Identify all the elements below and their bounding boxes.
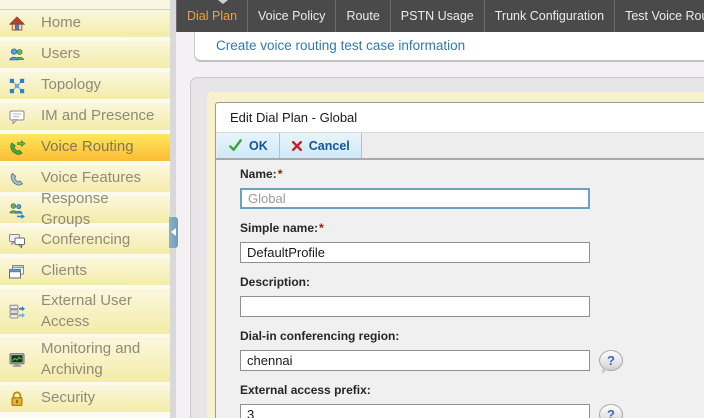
sidebar-item-voice-routing[interactable]: Voice Routing bbox=[0, 134, 170, 161]
clients-icon bbox=[8, 263, 30, 281]
sidebar-collapse-handle[interactable] bbox=[169, 217, 178, 248]
sidebar-item-external-user-access[interactable]: External User Access bbox=[0, 289, 170, 334]
field-label: Name:* bbox=[240, 167, 283, 181]
dialog-toolbar: OK Cancel bbox=[216, 133, 704, 160]
form-field-dial-in-conferencing-region: Dial-in conferencing region: ? bbox=[240, 329, 704, 374]
info-link-bar: Create voice routing test case informati… bbox=[194, 32, 704, 62]
tab-voice-policy[interactable]: Voice Policy bbox=[247, 0, 335, 32]
sidebar-item-label: Users bbox=[41, 45, 81, 63]
sidebar-item-label: Home bbox=[41, 14, 82, 32]
sidebar-item-clients[interactable]: Clients bbox=[0, 258, 170, 285]
form-field-external-access-prefix: External access prefix: ? bbox=[240, 384, 704, 418]
tab-label: Trunk Configuration bbox=[494, 9, 605, 23]
tab-route[interactable]: Route bbox=[335, 0, 389, 32]
check-icon bbox=[228, 138, 243, 153]
tab-dial-plan[interactable]: Dial Plan bbox=[176, 0, 247, 32]
sidebar-item-label: Conferencing bbox=[41, 231, 131, 249]
sidebar-item-label: IM and Presence bbox=[41, 107, 155, 125]
ok-button-label: OK bbox=[249, 138, 268, 153]
dialog-form: Name:* ? Simple name:* bbox=[216, 160, 704, 418]
tab-label: Test Voice Routing bbox=[625, 9, 704, 23]
required-asterisk: * bbox=[277, 167, 283, 181]
field-label: Dial-in conferencing region: bbox=[240, 329, 400, 343]
help-icon[interactable]: ? bbox=[599, 350, 623, 374]
dialog-frame: Edit Dial Plan - Global OK Cancel Name:*… bbox=[207, 92, 704, 418]
dialog-title: Edit Dial Plan - Global bbox=[216, 103, 704, 133]
field-input[interactable] bbox=[240, 188, 590, 209]
voice-routing-icon bbox=[8, 139, 30, 157]
collapse-left-arrow-icon bbox=[171, 228, 176, 236]
tab-trunk-configuration[interactable]: Trunk Configuration bbox=[483, 0, 614, 32]
ok-button[interactable]: OK bbox=[217, 133, 280, 158]
sidebar-item-label: External User Access bbox=[41, 292, 132, 330]
sidebar-item-conferencing[interactable]: Conferencing bbox=[0, 227, 170, 254]
cancel-button-label: Cancel bbox=[308, 138, 350, 153]
users-icon bbox=[8, 46, 30, 64]
help-icon[interactable]: ? bbox=[599, 404, 623, 418]
field-input[interactable] bbox=[240, 296, 590, 317]
field-input[interactable] bbox=[240, 404, 590, 418]
topology-icon bbox=[8, 77, 30, 95]
edit-dial-plan-dialog: Edit Dial Plan - Global OK Cancel Name:*… bbox=[215, 102, 704, 418]
tab-label: Dial Plan bbox=[187, 9, 238, 23]
security-icon bbox=[8, 390, 30, 408]
sidebar-item-monitoring-and-archiving[interactable]: Monitoring and Archiving bbox=[0, 337, 170, 382]
form-field-name: Name:* ? bbox=[240, 168, 704, 209]
tab-test-voice-routing[interactable]: Test Voice Routing bbox=[614, 0, 704, 32]
sidebar-splitter bbox=[170, 0, 176, 418]
sidebar-item-voice-features[interactable]: Voice Features bbox=[0, 165, 170, 192]
form-field-description: Description: ? bbox=[240, 276, 704, 317]
external-user-access-icon bbox=[8, 303, 30, 321]
sidebar-item-label: Monitoring and Archiving bbox=[41, 340, 141, 378]
tab-label: PSTN Usage bbox=[400, 9, 474, 23]
create-test-case-link[interactable]: Create voice routing test case informati… bbox=[216, 32, 465, 60]
lync-control-panel: Home Users Topology IM and Presence Voic… bbox=[0, 0, 704, 418]
voice-features-icon bbox=[8, 170, 30, 188]
required-asterisk: * bbox=[319, 221, 324, 235]
sidebar-item-label: Voice Features bbox=[41, 169, 142, 187]
sidebar-item-home[interactable]: Home bbox=[0, 10, 170, 37]
field-label: Simple name:* bbox=[240, 221, 324, 235]
tab-bar: Dial Plan Voice Policy Route PSTN Usage … bbox=[176, 0, 704, 32]
sidebar-item-label: Voice Routing bbox=[41, 138, 134, 156]
sidebar-item-im-and-presence[interactable]: IM and Presence bbox=[0, 103, 170, 130]
sidebar-item-label: Security bbox=[41, 389, 96, 407]
active-tab-notch-icon bbox=[218, 0, 228, 4]
field-input[interactable] bbox=[240, 242, 590, 263]
sidebar-top-strip bbox=[0, 0, 170, 10]
sidebar-nav: Home Users Topology IM and Presence Voic… bbox=[0, 0, 170, 418]
sidebar-item-label: Response Groups bbox=[41, 190, 109, 228]
monitoring-archiving-icon bbox=[8, 351, 30, 369]
sidebar-item-security[interactable]: Security bbox=[0, 385, 170, 412]
field-label: External access prefix: bbox=[240, 383, 371, 397]
x-icon bbox=[291, 140, 303, 152]
sidebar-item-users[interactable]: Users bbox=[0, 41, 170, 68]
sidebar-item-label: Clients bbox=[41, 262, 87, 280]
sidebar-item-topology[interactable]: Topology bbox=[0, 72, 170, 99]
tab-label: Voice Policy bbox=[258, 9, 326, 23]
response-groups-icon bbox=[8, 201, 30, 219]
field-input[interactable] bbox=[240, 350, 590, 371]
content-panel: Edit Dial Plan - Global OK Cancel Name:*… bbox=[190, 77, 704, 418]
tab-label: Route bbox=[346, 9, 380, 23]
home-icon bbox=[8, 15, 30, 33]
conferencing-icon bbox=[8, 232, 30, 250]
tab-pstn-usage[interactable]: PSTN Usage bbox=[389, 0, 484, 32]
sidebar-item-label: Topology bbox=[41, 76, 102, 94]
field-label: Description: bbox=[240, 275, 311, 289]
sidebar-item-response-groups[interactable]: Response Groups bbox=[0, 190, 170, 228]
im-presence-icon bbox=[8, 108, 30, 126]
form-field-simple-name: Simple name:* ? bbox=[240, 222, 704, 263]
cancel-button[interactable]: Cancel bbox=[279, 133, 362, 158]
toolbar-button-group: OK Cancel bbox=[217, 133, 362, 158]
